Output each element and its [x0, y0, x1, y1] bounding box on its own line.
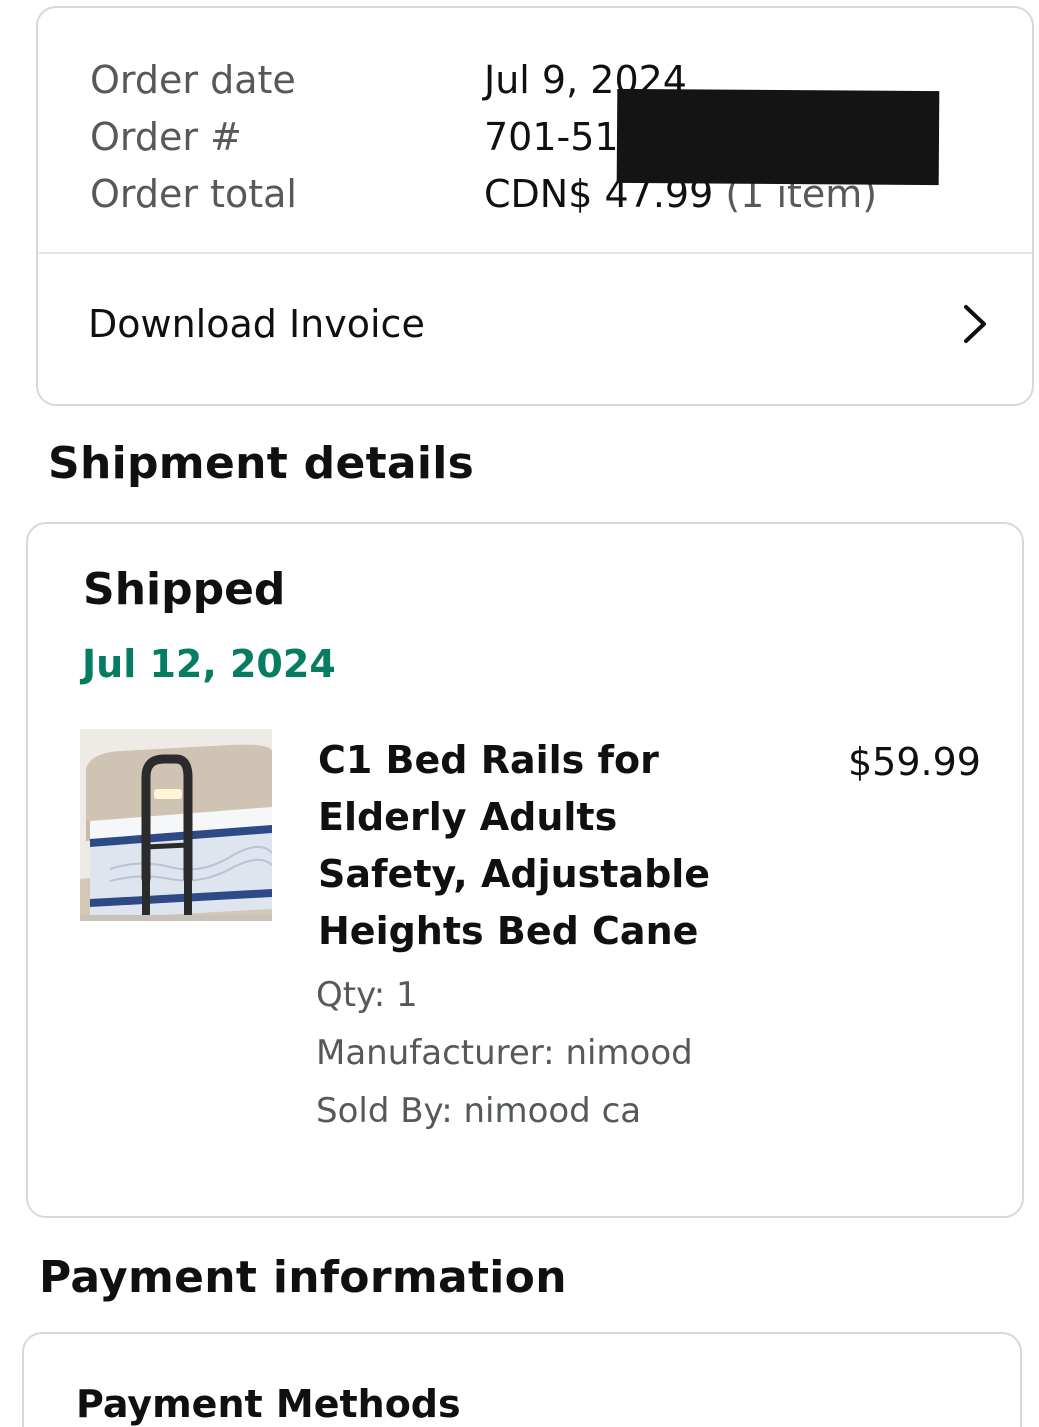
redaction-block — [616, 88, 940, 186]
payment-information-heading: Payment information — [39, 1252, 567, 1303]
product-meta: Qty: 1 Manufacturer: nimood Sold By: nim… — [316, 966, 693, 1140]
download-invoice-label: Download Invoice — [88, 302, 425, 346]
product-seller: Sold By: nimood ca — [316, 1091, 642, 1131]
bed-rail-product-picture — [80, 729, 272, 921]
shipment-date: Jul 12, 2024 — [82, 642, 336, 686]
download-invoice-button[interactable]: Download Invoice — [38, 254, 1032, 404]
shipment-status: Shipped — [83, 564, 286, 615]
order-summary-card: Order date Jul 9, 2024 Order # 701-512…6… — [36, 6, 1034, 406]
order-details-page: Order date Jul 9, 2024 Order # 701-512…6… — [0, 0, 1039, 1427]
order-total-label: Order total — [90, 172, 297, 216]
product-title-link[interactable]: C1 Bed Rails for Elderly Adults Safety, … — [318, 732, 778, 960]
product-price: $59.99 — [848, 740, 981, 784]
order-number-label: Order # — [90, 115, 242, 159]
shipment-card: Shipped Jul 12, 2024 C1 Bed Rails for El… — [26, 522, 1024, 1218]
product-manufacturer: Manufacturer: nimood — [316, 1033, 693, 1073]
chevron-right-icon — [964, 305, 986, 343]
order-date-label: Order date — [90, 58, 296, 102]
shipment-details-heading: Shipment details — [48, 438, 475, 489]
payment-methods-title: Payment Methods — [76, 1382, 461, 1426]
payment-methods-card: Payment Methods — [22, 1332, 1022, 1427]
product-quantity: Qty: 1 — [316, 975, 418, 1015]
product-image[interactable] — [80, 729, 272, 921]
